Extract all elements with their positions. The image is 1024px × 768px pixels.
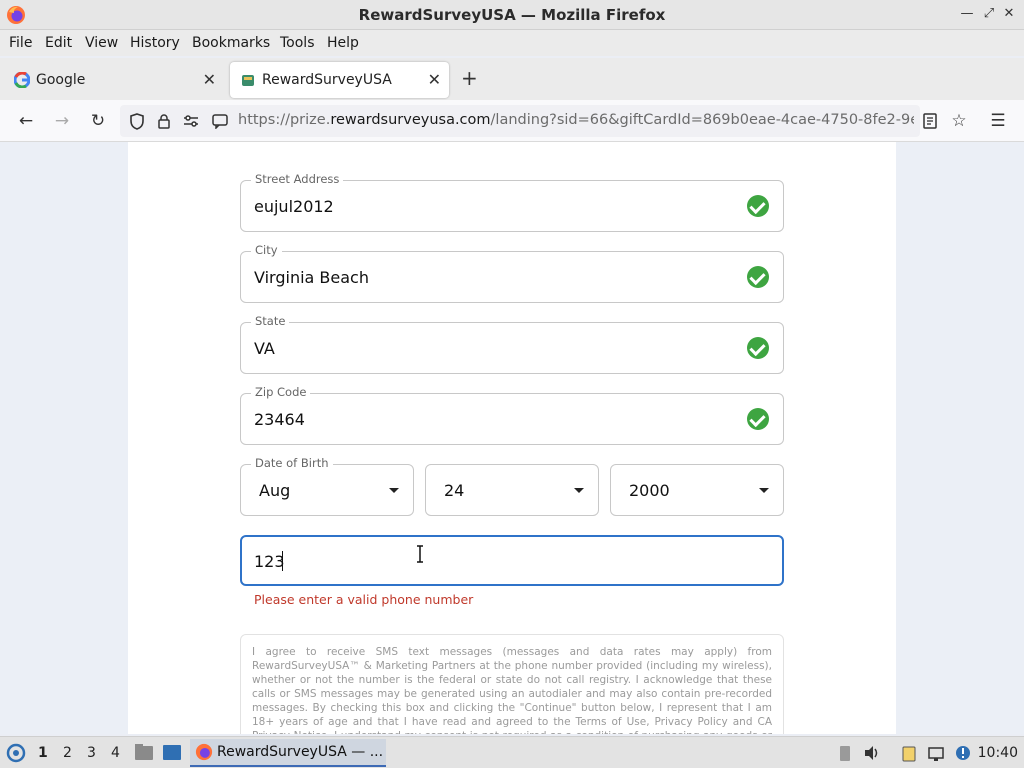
window-titlebar: RewardSurveyUSA — Mozilla Firefox — ⤢ ✕ xyxy=(0,0,1024,30)
menu-file[interactable]: File xyxy=(9,35,32,51)
field-label: Date of Birth xyxy=(251,456,333,470)
close-window-icon[interactable]: ✕ xyxy=(1000,5,1018,23)
minimize-icon[interactable]: — xyxy=(958,5,976,23)
field-label: City xyxy=(251,243,282,257)
workspace-1[interactable]: 1 xyxy=(38,745,48,761)
check-icon xyxy=(747,195,769,217)
start-menu-icon[interactable] xyxy=(6,743,26,763)
dob-day-select[interactable]: 24 xyxy=(425,464,599,516)
network-icon[interactable] xyxy=(927,744,945,762)
select-value: 2000 xyxy=(629,481,670,500)
battery-icon[interactable] xyxy=(836,744,854,762)
field-value: VA xyxy=(254,339,275,358)
menu-tools[interactable]: Tools xyxy=(280,35,315,51)
field-label: Zip Code xyxy=(251,385,311,399)
check-icon xyxy=(747,337,769,359)
page-content: Street Address eujul2012 City Virginia B… xyxy=(0,142,1024,734)
field-label: State xyxy=(251,314,290,328)
url-prefix: https://prize. xyxy=(238,112,331,128)
menu-bookmarks[interactable]: Bookmarks xyxy=(192,35,270,51)
check-icon xyxy=(747,266,769,288)
new-tab-icon[interactable]: + xyxy=(461,66,478,90)
update-notification-icon[interactable] xyxy=(954,744,972,762)
dob-month-select[interactable]: Date of Birth Aug xyxy=(240,456,414,516)
taskbar-firefox-window[interactable]: RewardSurveyUSA — ... xyxy=(190,739,386,767)
city-field[interactable]: City Virginia Beach xyxy=(240,243,784,303)
tab-rewardsurveyusa[interactable]: RewardSurveyUSA ✕ xyxy=(230,62,449,98)
field-value: Virginia Beach xyxy=(254,268,369,287)
workspace-2[interactable]: 2 xyxy=(63,745,72,761)
text-cursor xyxy=(282,551,283,571)
hamburger-menu-icon[interactable]: ☰ xyxy=(987,110,1009,132)
field-label: Street Address xyxy=(251,172,344,186)
clock: 10:40 xyxy=(977,745,1018,761)
state-field[interactable]: State VA xyxy=(240,314,784,374)
sms-consent-text: I agree to receive SMS text messages (me… xyxy=(240,634,784,734)
url-path: /landing?sid=66&giftCardId=869b0eae-4cae… xyxy=(490,112,914,128)
url-text[interactable]: https://prize.rewardsurveyusa.com/landin… xyxy=(238,112,914,128)
desktop-icon[interactable] xyxy=(162,744,182,761)
i-beam-cursor-icon xyxy=(417,545,423,563)
select-value: 24 xyxy=(444,481,465,500)
reader-view-icon[interactable] xyxy=(922,113,938,129)
site-favicon-icon xyxy=(242,75,254,86)
select-value: Aug xyxy=(259,481,291,500)
notification-icon[interactable] xyxy=(212,113,228,129)
file-manager-icon[interactable] xyxy=(134,743,154,761)
street-address-field[interactable]: Street Address eujul2012 xyxy=(240,172,784,232)
phone-input[interactable]: 123 xyxy=(240,535,784,586)
tab-google[interactable]: Google ✕ xyxy=(4,62,224,98)
field-value: 23464 xyxy=(254,410,305,429)
url-bar[interactable]: https://prize.rewardsurveyusa.com/landin… xyxy=(120,105,937,137)
dob-year-select[interactable]: 2000 xyxy=(610,464,784,516)
tab-label: Google xyxy=(36,72,86,88)
zip-code-field[interactable]: Zip Code 23464 xyxy=(240,385,784,445)
firefox-icon xyxy=(195,743,213,761)
field-value: 123 xyxy=(254,552,285,571)
close-tab-icon[interactable]: ✕ xyxy=(428,70,441,89)
forward-icon[interactable]: → xyxy=(51,110,73,132)
menu-bar: File Edit View History Bookmarks Tools H… xyxy=(0,30,1024,56)
permissions-icon[interactable] xyxy=(183,114,199,128)
back-icon[interactable]: ← xyxy=(15,110,37,132)
google-icon xyxy=(14,72,30,88)
workspace-4[interactable]: 4 xyxy=(111,745,120,761)
tab-bar: Google ✕ RewardSurveyUSA ✕ xyxy=(0,58,1024,100)
check-icon xyxy=(747,408,769,430)
navigation-bar: ← → ↻ https://prize.rewardsurveyusa.com/… xyxy=(0,100,1024,142)
task-label: RewardSurveyUSA — ... xyxy=(217,744,384,760)
phone-error-message: Please enter a valid phone number xyxy=(254,592,474,607)
chevron-down-icon xyxy=(574,488,584,493)
close-tab-icon[interactable]: ✕ xyxy=(203,70,216,89)
menu-view[interactable]: View xyxy=(85,35,118,51)
window-title: RewardSurveyUSA — Mozilla Firefox xyxy=(358,6,666,24)
chevron-down-icon xyxy=(759,488,769,493)
menu-edit[interactable]: Edit xyxy=(45,35,72,51)
volume-icon[interactable] xyxy=(863,744,881,762)
tracking-protection-icon[interactable] xyxy=(129,113,145,130)
url-domain: rewardsurveyusa.com xyxy=(330,112,491,128)
restore-icon[interactable]: ⤢ xyxy=(980,5,998,23)
menu-help[interactable]: Help xyxy=(327,35,359,51)
workspace-3[interactable]: 3 xyxy=(87,745,96,761)
clipboard-icon[interactable] xyxy=(900,744,918,762)
tab-label: RewardSurveyUSA xyxy=(262,72,392,88)
menu-history[interactable]: History xyxy=(130,35,180,51)
chevron-down-icon xyxy=(389,488,399,493)
reload-icon[interactable]: ↻ xyxy=(87,110,109,132)
lock-icon[interactable] xyxy=(157,113,171,129)
bookmark-star-icon[interactable]: ☆ xyxy=(948,110,970,132)
taskbar: 1 2 3 4 RewardSurveyUSA — ... 10:40 xyxy=(0,736,1024,768)
field-value: eujul2012 xyxy=(254,197,334,216)
